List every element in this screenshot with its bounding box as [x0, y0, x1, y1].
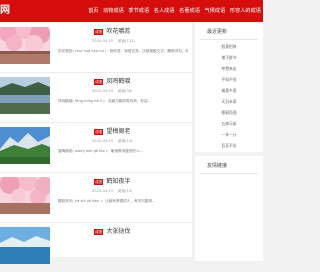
panel-title: 最近更新	[207, 29, 228, 35]
article-title-row: 成语 大张挞伐	[94, 228, 130, 236]
article-date: 2020-04-19	[92, 89, 113, 93]
article-description: 望梅阁老( wàng méi gé lǎo )：喻指等待做官的人...	[58, 149, 143, 153]
article-title-row: 成语 望梅阁老	[94, 128, 130, 136]
article-date: 2020-04-19	[92, 139, 113, 143]
panel-title: 友情链接	[207, 163, 228, 169]
article-title[interactable]: 吹花嚼蕊	[106, 28, 130, 36]
article-date: 2020-04-19	[92, 189, 113, 193]
lake-image	[0, 227, 50, 264]
divider	[200, 39, 258, 40]
article-date: 2020-04-19	[92, 39, 113, 43]
article-title[interactable]: 望梅阁老	[106, 128, 130, 136]
recent-item[interactable]: 诸子群书	[195, 52, 263, 63]
category-tag[interactable]: 成语	[94, 229, 104, 235]
article-card[interactable]: 成语 大张挞伐	[0, 222, 192, 272]
nav-item-animal-idioms[interactable]: 动物成语	[103, 7, 124, 15]
recent-updates-panel: 最近更新 假意招徕 诸子群书 夸赞亲友 不知不觉 佛意乡思 天羽未奇 德弱而强 …	[195, 22, 263, 152]
recent-item[interactable]: 天羽未奇	[195, 96, 263, 107]
article-title[interactable]: 凤鸣鹤唳	[106, 78, 130, 86]
recent-item[interactable]: 假意招徕	[195, 41, 263, 52]
article-card[interactable]: 成语 鹤知夜半 2020-04-19 阅读(15) 鹤知夜半( hè zhī yè…	[0, 172, 192, 223]
article-views: 阅读(14)	[117, 139, 133, 143]
category-tag[interactable]: 成语	[94, 179, 104, 185]
nav-item-classics-idioms[interactable]: 名著成语	[179, 7, 200, 15]
recent-item[interactable]: 不知不觉	[195, 74, 263, 85]
article-meta: 2020-04-19 阅读(30)	[92, 89, 137, 94]
article-description: 鹤知夜半( hè zhī yè bàn )：比喻有贤德的人，有学识能明...	[58, 199, 156, 203]
article-title[interactable]: 大张挞伐	[106, 228, 130, 236]
article-title-row: 成语 吹花嚼蕊	[94, 28, 130, 36]
sidebar: 最近更新 假意招徕 诸子群书 夸赞亲友 不知不觉 佛意乡思 天羽未奇 德弱而强 …	[195, 22, 263, 261]
article-title-row: 成语 鹤知夜半	[94, 178, 130, 186]
article-thumbnail[interactable]	[0, 227, 50, 264]
recent-item[interactable]: 吾吾不出	[195, 140, 263, 151]
article-views: 阅读(30)	[117, 89, 133, 93]
recent-item[interactable]: 一年一计	[195, 129, 263, 140]
divider	[200, 173, 258, 174]
article-thumbnail[interactable]	[0, 127, 50, 164]
category-tag[interactable]: 成语	[94, 129, 104, 135]
header-bar: 网 首页 动物成语 季节成语 名人成语 名著成语 气候成语 形容人的成语	[0, 0, 263, 22]
article-card[interactable]: 成语 凤鸣鹤唳 2020-04-19 阅读(30) 凤鸣鹤唳( fèng míng…	[0, 72, 192, 123]
recent-item[interactable]: 夸赞亲友	[195, 63, 263, 74]
mountain-image	[0, 127, 50, 164]
nav-item-home[interactable]: 首页	[88, 7, 98, 15]
article-list: 成语 吹花嚼蕊 2020-04-19 阅读(133) 吹花嚼蕊( chuī huā…	[0, 22, 192, 264]
recent-item[interactable]: 五体兄弟	[195, 118, 263, 129]
nav-item-weather-idioms[interactable]: 气候成语	[205, 7, 226, 15]
recent-item[interactable]: 德弱而强	[195, 107, 263, 118]
article-title[interactable]: 鹤知夜半	[106, 178, 130, 186]
nav-item-people-idioms[interactable]: 形容人的成语	[230, 7, 261, 15]
article-views: 阅读(15)	[117, 189, 133, 193]
main-nav: 首页 动物成语 季节成语 名人成语 名著成语 气候成语 形容人的成语	[88, 0, 263, 22]
friend-links-panel: 友情链接	[195, 152, 263, 261]
nav-item-season-idioms[interactable]: 季节成语	[128, 7, 149, 15]
article-meta: 2020-04-19 阅读(14)	[92, 139, 137, 144]
article-meta: 2020-04-19 阅读(15)	[92, 189, 137, 194]
article-title-row: 成语 凤鸣鹤唳	[94, 78, 130, 86]
recent-item[interactable]: 佛意乡思	[195, 85, 263, 96]
article-description: 吹花嚼蕊( chuī huā jiáo ruǐ )：指吹弄、嚼咀花蕊。比喻推敲文…	[58, 49, 188, 53]
article-description: 凤鸣鹤唳( fèng míng hè lì )：凤凰与鹤的鸣叫声。形容...	[58, 99, 152, 103]
river-image	[0, 77, 50, 114]
article-meta: 2020-04-19 阅读(133)	[92, 39, 140, 44]
category-tag[interactable]: 成语	[94, 79, 104, 85]
article-thumbnail[interactable]	[0, 77, 50, 114]
site-logo[interactable]: 网	[0, 5, 10, 17]
article-views: 阅读(133)	[117, 39, 135, 43]
article-thumbnail[interactable]	[0, 177, 50, 214]
blossom-image	[0, 27, 50, 64]
category-tag[interactable]: 成语	[94, 29, 104, 35]
article-card[interactable]: 成语 吹花嚼蕊 2020-04-19 阅读(133) 吹花嚼蕊( chuī huā…	[0, 22, 192, 73]
article-card[interactable]: 成语 望梅阁老 2020-04-19 阅读(14) 望梅阁老( wàng méi …	[0, 122, 192, 173]
article-thumbnail[interactable]	[0, 27, 50, 64]
blossom-image	[0, 177, 50, 214]
recent-list: 假意招徕 诸子群书 夸赞亲友 不知不觉 佛意乡思 天羽未奇 德弱而强 五体兄弟 …	[195, 41, 263, 151]
nav-item-famous-people-idioms[interactable]: 名人成语	[154, 7, 175, 15]
